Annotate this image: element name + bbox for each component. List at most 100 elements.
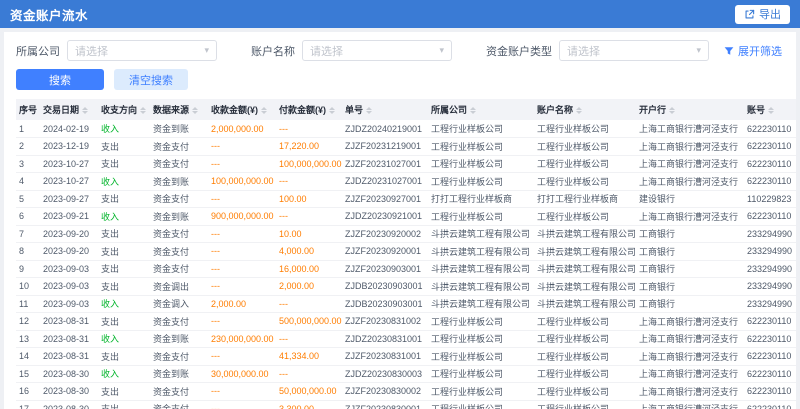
clear-search-button[interactable]: 清空搜索 xyxy=(114,69,188,90)
sort-icon[interactable] xyxy=(329,107,335,115)
export-button[interactable]: 导出 xyxy=(735,5,790,24)
cell-direction: 收入 xyxy=(98,173,150,191)
search-button[interactable]: 搜索 xyxy=(16,69,104,90)
cell-date: 2023-09-20 xyxy=(40,225,98,243)
cell-company: 斗拱云建筑工程有限公司 xyxy=(428,295,534,313)
account-name-select[interactable]: 请选择 ▾ xyxy=(302,40,452,61)
cell-order_no: ZJDZ20230921001 xyxy=(342,208,428,226)
sort-icon[interactable] xyxy=(669,107,675,115)
cell-order_no: ZJZF20230830001 xyxy=(342,400,428,409)
account-type-filter-label: 资金账户类型 xyxy=(486,43,552,59)
cell-income: --- xyxy=(208,400,276,409)
cell-account_no: 233294990 xyxy=(744,260,796,278)
column-label: 单号 xyxy=(345,105,363,115)
cell-index: 13 xyxy=(16,330,40,348)
chevron-down-icon: ▾ xyxy=(696,46,701,55)
cell-order_no: ZJDZ20231027001 xyxy=(342,173,428,191)
column-header-account[interactable]: 账户名称 xyxy=(534,99,636,120)
chevron-down-icon: ▾ xyxy=(204,46,209,55)
cell-income: --- xyxy=(208,225,276,243)
cell-bank: 上海工商银行漕河泾支行 xyxy=(636,173,744,191)
cell-payment: 50,000,000.00 xyxy=(276,383,342,401)
column-header-direction[interactable]: 收支方向 xyxy=(98,99,150,120)
table-row: 72023-09-20支出资金支付---10.00ZJZF20230920002… xyxy=(16,225,796,243)
cell-income: 30,000,000.00 xyxy=(208,365,276,383)
topbar: 资金账户流水 导出 xyxy=(0,0,800,28)
cell-payment: 3,300.00 xyxy=(276,400,342,409)
cell-date: 2023-09-03 xyxy=(40,295,98,313)
cell-payment: 10.00 xyxy=(276,225,342,243)
cell-account: 工程行业样板公司 xyxy=(534,348,636,366)
cell-direction: 支出 xyxy=(98,278,150,296)
column-label: 所属公司 xyxy=(431,105,467,115)
table-header-row: 序号交易日期收支方向 数据来源收款金额(¥)付款金额(¥)单号 所属公司 账户名称开户… xyxy=(16,99,796,120)
cell-source: 资金调出 xyxy=(150,278,208,296)
company-select[interactable]: 请选择 ▾ xyxy=(67,40,217,61)
cell-source: 资金到账 xyxy=(150,173,208,191)
cell-date: 2023-09-21 xyxy=(40,208,98,226)
content-card: 所属公司 请选择 ▾ 账户名称 请选择 ▾ 资金账户类型 请选择 ▾ xyxy=(4,32,796,409)
sort-icon[interactable] xyxy=(366,107,372,115)
cell-order_no: ZJZF20230927001 xyxy=(342,190,428,208)
cell-account: 工程行业样板公司 xyxy=(534,400,636,409)
table-row: 52023-09-27支出资金支付---100.00ZJZF2023092700… xyxy=(16,190,796,208)
cell-source: 资金到账 xyxy=(150,120,208,138)
cell-company: 斗拱云建筑工程有限公司 xyxy=(428,225,534,243)
cell-bank: 上海工商银行漕河泾支行 xyxy=(636,155,744,173)
sort-icon[interactable] xyxy=(82,107,88,115)
cell-account: 斗拱云建筑工程有限公司 xyxy=(534,260,636,278)
account-type-select[interactable]: 请选择 ▾ xyxy=(559,40,709,61)
table-row: 172023-08-30支出资金支付---3,300.00ZJZF2023083… xyxy=(16,400,796,409)
cell-account_no: 622230110 xyxy=(744,383,796,401)
column-header-income[interactable]: 收款金额(¥) xyxy=(208,99,276,120)
column-label: 收支方向 xyxy=(101,105,137,115)
cell-order_no: ZJZF20231219001 xyxy=(342,138,428,156)
sort-icon[interactable] xyxy=(140,107,146,115)
sort-icon[interactable] xyxy=(192,107,198,115)
cell-company: 工程行业样板公司 xyxy=(428,313,534,331)
cell-company: 工程行业样板公司 xyxy=(428,208,534,226)
cell-account_no: 622230110 xyxy=(744,400,796,409)
cell-account_no: 233294990 xyxy=(744,278,796,296)
cell-account: 斗拱云建筑工程有限公司 xyxy=(534,225,636,243)
column-label: 账号 xyxy=(747,105,765,115)
cell-index: 7 xyxy=(16,225,40,243)
table-row: 112023-09-03收入资金调入2,000.00---ZJDB2023090… xyxy=(16,295,796,313)
sort-icon[interactable] xyxy=(768,107,774,115)
filter-account-name: 账户名称 请选择 ▾ xyxy=(251,40,452,61)
table-row: 102023-09-03支出资金调出---2,000.00ZJDB2023090… xyxy=(16,278,796,296)
sort-icon[interactable] xyxy=(470,107,476,115)
column-header-bank[interactable]: 开户行 xyxy=(636,99,744,120)
cell-direction: 支出 xyxy=(98,260,150,278)
cell-index: 11 xyxy=(16,295,40,313)
column-header-payment[interactable]: 付款金额(¥) xyxy=(276,99,342,120)
cell-order_no: ZJZF20230831001 xyxy=(342,348,428,366)
export-icon xyxy=(744,9,755,20)
column-header-company[interactable]: 所属公司 xyxy=(428,99,534,120)
cell-income: 2,000,000.00 xyxy=(208,120,276,138)
column-header-order_no[interactable]: 单号 xyxy=(342,99,428,120)
cell-payment: 100.00 xyxy=(276,190,342,208)
column-header-source[interactable]: 数据来源 xyxy=(150,99,208,120)
column-header-date[interactable]: 交易日期 xyxy=(40,99,98,120)
cell-source: 资金支付 xyxy=(150,383,208,401)
cell-index: 5 xyxy=(16,190,40,208)
sort-icon[interactable] xyxy=(576,107,582,115)
cell-index: 1 xyxy=(16,120,40,138)
cell-account: 斗拱云建筑工程有限公司 xyxy=(534,295,636,313)
cell-bank: 上海工商银行漕河泾支行 xyxy=(636,120,744,138)
cell-income: --- xyxy=(208,383,276,401)
cell-order_no: ZJZF20230831002 xyxy=(342,313,428,331)
export-label: 导出 xyxy=(759,6,781,22)
expand-filters-link[interactable]: 展开筛选 xyxy=(724,43,782,59)
cell-direction: 收入 xyxy=(98,208,150,226)
cell-source: 资金支付 xyxy=(150,400,208,409)
column-label: 序号 xyxy=(19,105,37,115)
cell-bank: 建设银行 xyxy=(636,190,744,208)
cell-account: 斗拱云建筑工程有限公司 xyxy=(534,243,636,261)
cell-source: 资金支付 xyxy=(150,313,208,331)
cell-date: 2023-08-31 xyxy=(40,313,98,331)
cell-date: 2023-10-27 xyxy=(40,155,98,173)
sort-icon[interactable] xyxy=(261,107,267,115)
column-header-account_no[interactable]: 账号 xyxy=(744,99,796,120)
